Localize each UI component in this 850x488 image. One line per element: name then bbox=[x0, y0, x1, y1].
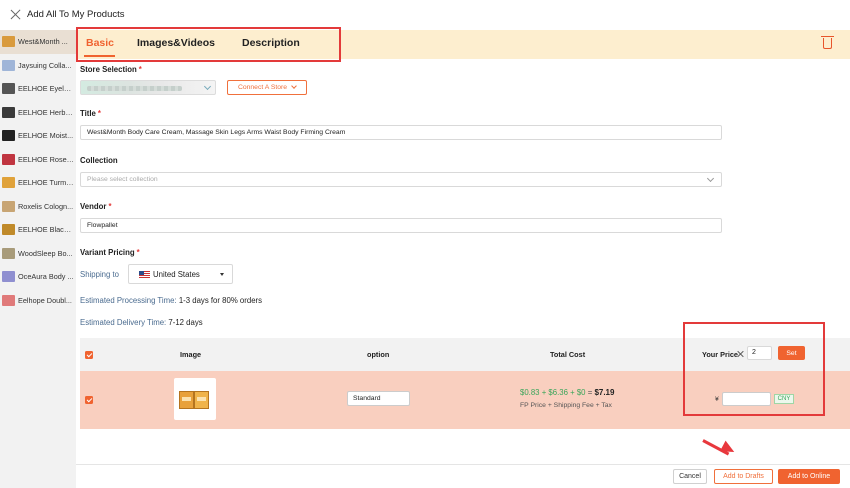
sidebar-item[interactable]: EELHOE Black ... bbox=[0, 218, 76, 242]
collection-placeholder: Please select collection bbox=[87, 176, 158, 183]
sidebar-item[interactable]: Roxelis Cologn... bbox=[0, 195, 76, 219]
store-select[interactable] bbox=[80, 80, 216, 95]
product-thumbnail bbox=[2, 106, 15, 118]
collection-label: Collection bbox=[80, 156, 118, 165]
product-thumbnail bbox=[2, 130, 15, 142]
sidebar-item-label: EELHOE Turme... bbox=[18, 178, 74, 188]
product-thumbnail bbox=[2, 247, 15, 259]
sidebar-item[interactable]: EELHOE Herbal... bbox=[0, 101, 76, 125]
variant-pricing-label: Variant Pricing * bbox=[80, 248, 140, 257]
product-thumbnail bbox=[2, 200, 15, 212]
product-image bbox=[174, 378, 216, 420]
sidebar-item-label: EELHOE Herbal... bbox=[18, 107, 74, 117]
vendor-input[interactable]: Flowpallet bbox=[80, 218, 722, 233]
row-checkbox[interactable] bbox=[85, 396, 93, 404]
highlight-box-tabs bbox=[76, 27, 341, 62]
sidebar-item[interactable]: Jaysuing Colla... bbox=[0, 54, 76, 78]
sidebar-item-label: WoodSleep Bo... bbox=[18, 248, 73, 258]
trash-icon[interactable] bbox=[821, 36, 834, 49]
sidebar-item[interactable]: Eelhope Doubl... bbox=[0, 289, 76, 313]
shipping-to-label: Shipping to bbox=[80, 270, 120, 279]
sidebar-item-label: EELHOE Rose ... bbox=[18, 154, 74, 164]
product-thumbnail bbox=[2, 177, 15, 189]
store-name-redacted bbox=[87, 86, 182, 91]
sidebar-item[interactable]: WoodSleep Bo... bbox=[0, 242, 76, 266]
highlight-box-price bbox=[683, 322, 825, 416]
cost-breakdown-label: FP Price + Shipping Fee + Tax bbox=[520, 402, 612, 409]
chevron-down-icon bbox=[706, 174, 715, 183]
vendor-label: Vendor * bbox=[80, 202, 112, 211]
sidebar-item-label: EELHOE Eyelas... bbox=[18, 84, 74, 94]
footer-bar: Cancel Add to Drafts Add to Online bbox=[76, 464, 850, 488]
header-image: Image bbox=[180, 350, 202, 359]
product-thumbnail bbox=[2, 224, 15, 236]
title-input[interactable]: West&Month Body Care Cream, Massage Skin… bbox=[80, 125, 722, 140]
delivery-time: Estimated Delivery Time: 7-12 days bbox=[80, 318, 203, 327]
connect-store-label: Connect A Store bbox=[237, 84, 288, 91]
sidebar-item[interactable]: EELHOE Turme... bbox=[0, 171, 76, 195]
cancel-button[interactable]: Cancel bbox=[673, 469, 707, 484]
title-bar: Add All To My Products bbox=[0, 0, 850, 30]
option-input[interactable]: Standard bbox=[347, 391, 410, 406]
total-cost-formula: $0.83 + $6.36 + $0 = $7.19 bbox=[520, 388, 615, 397]
sidebar-item-label: EELHOE Moist... bbox=[18, 131, 74, 141]
collection-select[interactable]: Please select collection bbox=[80, 172, 722, 187]
sidebar-item[interactable]: EELHOE Eyelas... bbox=[0, 77, 76, 101]
close-icon[interactable] bbox=[10, 9, 21, 20]
connect-store-button[interactable]: Connect A Store bbox=[227, 80, 307, 95]
sidebar-item-label: Eelhope Doubl... bbox=[18, 295, 72, 305]
sidebar-item-label: Jaysuing Colla... bbox=[18, 60, 72, 70]
store-selection-label: Store Selection * bbox=[80, 65, 142, 74]
chevron-down-icon bbox=[291, 83, 297, 89]
product-box-right bbox=[194, 391, 209, 409]
sidebar-item[interactable]: EELHOE Rose ... bbox=[0, 148, 76, 172]
product-thumbnail bbox=[2, 83, 15, 95]
shipping-country-select[interactable]: United States bbox=[128, 264, 233, 284]
sidebar-item[interactable]: West&Month ... bbox=[0, 30, 76, 54]
sidebar-item-label: EELHOE Black ... bbox=[18, 225, 74, 235]
product-thumbnail bbox=[2, 36, 15, 48]
select-all-checkbox[interactable] bbox=[85, 351, 93, 359]
main-panel: Basic Images&Videos Description Store Se… bbox=[76, 27, 850, 488]
product-box-left bbox=[179, 391, 194, 409]
shipping-country: United States bbox=[153, 270, 200, 279]
title-label: Title * bbox=[80, 109, 101, 118]
header-option: option bbox=[367, 350, 390, 359]
sidebar-item[interactable]: EELHOE Moist... bbox=[0, 124, 76, 148]
chevron-down-icon bbox=[203, 82, 212, 91]
product-thumbnail bbox=[2, 294, 15, 306]
processing-time: Estimated Processing Time: 1-3 days for … bbox=[80, 296, 263, 305]
product-thumbnail bbox=[2, 271, 15, 283]
sidebar-item-label: OceAura Body ... bbox=[18, 272, 74, 282]
sidebar-item-label: Roxelis Cologn... bbox=[18, 201, 74, 211]
window-title: Add All To My Products bbox=[27, 9, 125, 20]
add-to-online-button[interactable]: Add to Online bbox=[778, 469, 840, 484]
caret-down-icon bbox=[220, 273, 224, 276]
sidebar-item-label: West&Month ... bbox=[18, 37, 68, 47]
product-thumbnail bbox=[2, 153, 15, 165]
add-to-drafts-button[interactable]: Add to Drafts bbox=[714, 469, 773, 484]
product-sidebar: West&Month ... Jaysuing Colla... EELHOE Ey… bbox=[0, 30, 76, 488]
sidebar-item[interactable]: OceAura Body ... bbox=[0, 265, 76, 289]
header-total-cost: Total Cost bbox=[550, 350, 586, 359]
us-flag-icon bbox=[139, 271, 150, 278]
product-thumbnail bbox=[2, 59, 15, 71]
